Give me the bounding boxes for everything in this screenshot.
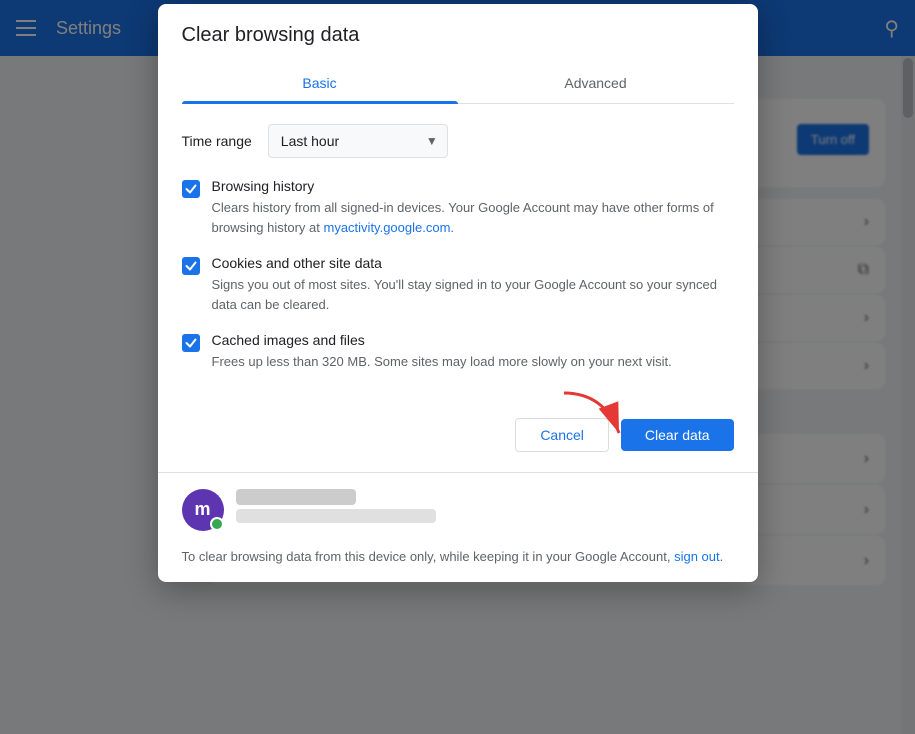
- cached-desc: Frees up less than 320 MB. Some sites ma…: [212, 352, 672, 372]
- tab-basic[interactable]: Basic: [182, 63, 458, 103]
- browsing-history-content: Browsing history Clears history from all…: [212, 178, 734, 237]
- cached-label: Cached images and files: [212, 332, 672, 348]
- browsing-history-item: Browsing history Clears history from all…: [182, 178, 734, 237]
- time-range-label: Time range: [182, 133, 252, 149]
- dialog-title: Clear browsing data: [182, 24, 734, 47]
- dialog-avatar-badge: [210, 517, 224, 531]
- dialog-body: Time range Last hour Last 24 hours Last …: [158, 104, 758, 410]
- tabs-row: Basic Advanced: [182, 63, 734, 104]
- tab-advanced[interactable]: Advanced: [458, 63, 734, 103]
- clear-browsing-data-dialog: Clear browsing data Basic Advanced Time …: [158, 4, 758, 582]
- time-range-row: Time range Last hour Last 24 hours Last …: [182, 124, 734, 158]
- browsing-history-checkbox[interactable]: [182, 180, 200, 198]
- cached-content: Cached images and files Frees up less th…: [212, 332, 672, 372]
- dialog-signout-text: To clear browsing data from this device …: [158, 547, 758, 583]
- sign-out-link[interactable]: sign out: [674, 549, 720, 564]
- dialog-footer: Cancel Clear data: [158, 410, 758, 472]
- cookies-content: Cookies and other site data Signs you ou…: [212, 255, 734, 314]
- cached-checkbox[interactable]: [182, 334, 200, 352]
- browsing-history-desc: Clears history from all signed-in device…: [212, 198, 734, 237]
- dialog-avatar: m: [182, 489, 224, 531]
- cookies-item: Cookies and other site data Signs you ou…: [182, 255, 734, 314]
- dialog-header: Clear browsing data Basic Advanced: [158, 4, 758, 104]
- profile-name: [236, 489, 356, 505]
- clear-data-button[interactable]: Clear data: [621, 419, 734, 451]
- time-range-select-wrapper[interactable]: Last hour Last 24 hours Last 7 days Last…: [268, 124, 448, 158]
- cookies-label: Cookies and other site data: [212, 255, 734, 271]
- browsing-history-label: Browsing history: [212, 178, 734, 194]
- cookies-desc: Signs you out of most sites. You'll stay…: [212, 275, 734, 314]
- profile-email: [236, 509, 436, 523]
- modal-overlay: Clear browsing data Basic Advanced Time …: [0, 0, 915, 734]
- arrow-annotation: [554, 388, 634, 448]
- cookies-checkbox[interactable]: [182, 257, 200, 275]
- myactivity-link[interactable]: myactivity.google.com: [324, 220, 451, 235]
- time-range-select[interactable]: Last hour Last 24 hours Last 7 days Last…: [268, 124, 448, 158]
- cached-item: Cached images and files Frees up less th…: [182, 332, 734, 372]
- profile-text: [236, 489, 734, 523]
- dialog-profile-section: m: [158, 472, 758, 547]
